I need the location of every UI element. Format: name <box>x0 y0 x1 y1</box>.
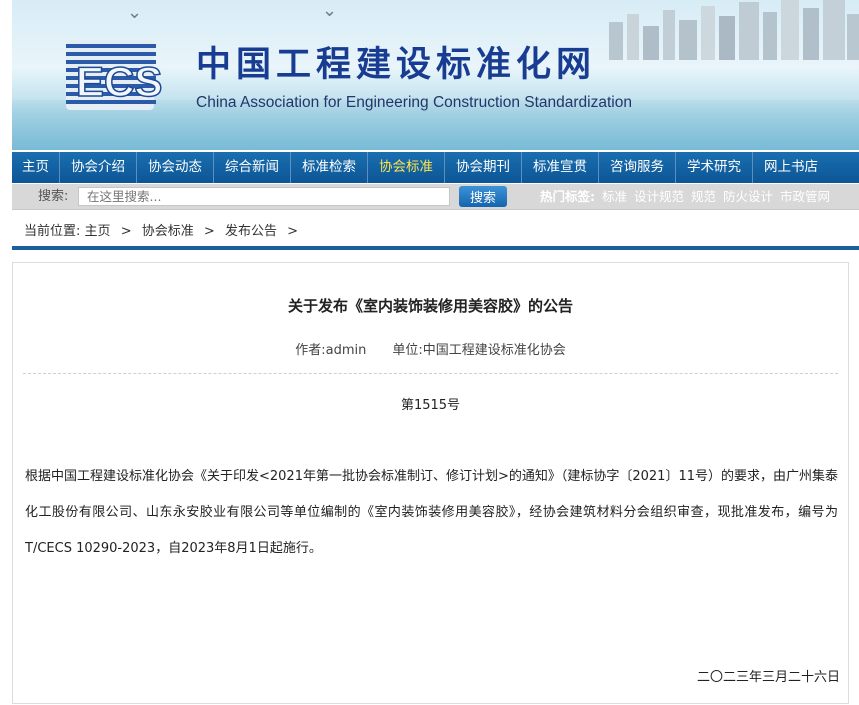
seagull-icon: ⌄ <box>127 2 143 23</box>
site-title-cn: 中国工程建设标准化网 <box>196 44 597 85</box>
hot-tag[interactable]: 规范 <box>691 189 716 204</box>
nav-item-news-association[interactable]: 协会动态 <box>137 152 214 183</box>
hot-tags-label: 热门标签: <box>540 189 595 204</box>
header-banner: ⌄ ⌄ ECS 中国工程建设标准化网 China Association for… <box>12 0 859 150</box>
search-button[interactable]: 搜索 <box>459 186 507 207</box>
breadcrumb-home[interactable]: 主页 <box>85 224 111 239</box>
article-title: 关于发布《室内装饰装修用美容胶》的公告 <box>287 297 573 315</box>
ecs-logo-icon: ECS <box>66 40 163 110</box>
breadcrumb-standards[interactable]: 协会标准 <box>142 224 194 239</box>
nav-item-research[interactable]: 学术研究 <box>676 152 753 183</box>
meta-divider <box>23 373 838 374</box>
breadcrumb-announcements[interactable]: 发布公告 <box>225 224 277 239</box>
article-panel: 关于发布《室内装饰装修用美容胶》的公告 作者:admin 单位:中国工程建设标准化… <box>12 262 849 704</box>
article-meta: 作者:admin 单位:中国工程建设标准化协会 <box>13 339 848 358</box>
hot-tags: 热门标签: 标准 设计规范 规范 防火设计 市政管网 <box>540 184 830 209</box>
document-number: 第1515号 <box>400 398 461 413</box>
hot-tag[interactable]: 标准 <box>602 189 627 204</box>
search-label: 搜索: <box>38 189 69 204</box>
nav-item-bookstore[interactable]: 网上书店 <box>753 152 829 183</box>
breadcrumb-separator: > <box>203 224 215 239</box>
article-body: 根据中国工程建设标准化协会《关于印发<2021年第一批协会标准制订、修订计划>的… <box>25 469 838 556</box>
hot-tag[interactable]: 设计规范 <box>634 189 684 204</box>
nav-item-association-standards[interactable]: 协会标准 <box>368 152 445 183</box>
breadcrumb-separator: > <box>120 224 132 239</box>
site-title-en: China Association for Engineering Constr… <box>196 94 632 111</box>
nav-item-consulting[interactable]: 咨询服务 <box>599 152 676 183</box>
breadcrumb: 当前位置: 主页 > 协会标准 > 发布公告 > <box>12 218 859 250</box>
article-author: 作者:admin <box>295 343 367 358</box>
article-date: 二〇二三年三月二十六日 <box>696 670 840 685</box>
search-bar: 搜索: 搜索 热门标签: 标准 设计规范 规范 防火设计 市政管网 <box>12 184 859 210</box>
main-nav: 主页 协会介绍 协会动态 综合新闻 标准检索 协会标准 协会期刊 标准宣贯 咨询… <box>12 152 859 183</box>
nav-item-home[interactable]: 主页 <box>12 152 60 183</box>
nav-item-standard-search[interactable]: 标准检索 <box>291 152 368 183</box>
breadcrumb-separator: > <box>287 224 298 239</box>
nav-item-promotion[interactable]: 标准宣贯 <box>522 152 599 183</box>
nav-item-general-news[interactable]: 综合新闻 <box>214 152 291 183</box>
svg-text:ECS: ECS <box>76 58 162 105</box>
seagull-icon: ⌄ <box>322 0 338 21</box>
search-input[interactable] <box>78 187 450 206</box>
breadcrumb-prefix: 当前位置: <box>24 224 81 239</box>
nav-item-about[interactable]: 协会介绍 <box>60 152 137 183</box>
nav-item-journal[interactable]: 协会期刊 <box>445 152 522 183</box>
article-unit: 单位:中国工程建设标准化协会 <box>392 343 566 358</box>
hot-tag[interactable]: 市政管网 <box>780 189 830 204</box>
hot-tag[interactable]: 防火设计 <box>723 189 773 204</box>
